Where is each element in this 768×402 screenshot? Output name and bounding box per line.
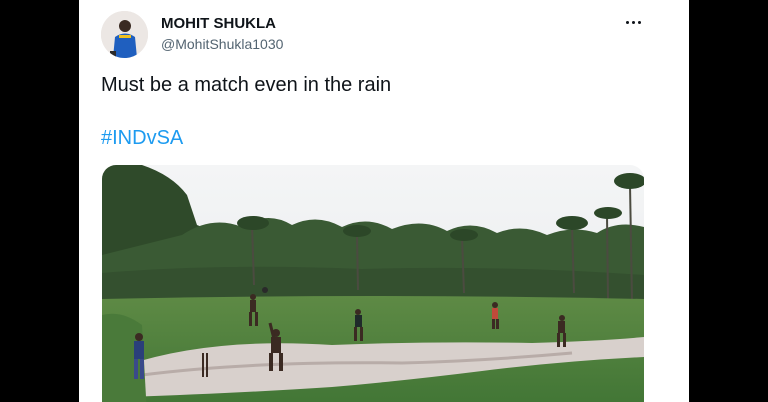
hashtag-link[interactable]: #INDvSA: [101, 127, 183, 150]
tweet-media[interactable]: [102, 165, 644, 402]
author-name[interactable]: MOHIT SHUKLA: [161, 15, 276, 32]
author-handle[interactable]: @MohitShukla1030: [161, 36, 283, 52]
tweet-text: Must be a match even in the rain: [101, 74, 392, 96]
avatar-image: [101, 11, 148, 58]
avatar[interactable]: [101, 11, 148, 58]
tweet-card: MOHIT SHUKLA @MohitShukla1030 Must be a …: [79, 0, 689, 402]
media-image: [102, 165, 644, 402]
more-options-icon[interactable]: [626, 16, 644, 30]
